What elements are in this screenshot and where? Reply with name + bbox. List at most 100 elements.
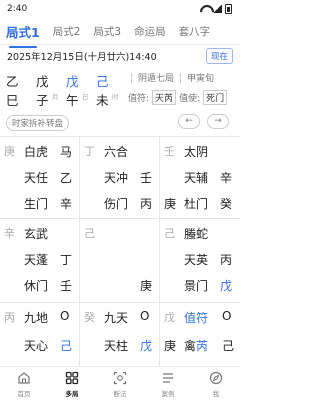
palace-cell[interactable]: 丁 六合 天冲 壬 伤门 丙 xyxy=(80,137,160,219)
nav-multi[interactable]: 多局 xyxy=(48,367,96,400)
side-text: O xyxy=(140,309,150,323)
side-text: 庚 xyxy=(140,279,153,293)
convert-pan-button[interactable]: 时家拆补转盘 xyxy=(6,115,70,131)
side-text: 戊 xyxy=(140,339,153,353)
pillar-hour: 己 未 时 xyxy=(95,70,125,108)
side-text: 乙 xyxy=(60,171,73,185)
palace-cell[interactable]: 庚 白虎 马 天任 乙 生门 辛 xyxy=(0,137,80,219)
pillar-day: 戊 午 日 xyxy=(65,70,95,108)
next-arrow-button[interactable]: → xyxy=(207,114,229,129)
side-text: 丙 xyxy=(140,197,153,211)
nav-duanfa[interactable]: 断法 xyxy=(96,367,144,400)
palace-cell-center[interactable]: 己 庚 xyxy=(80,219,160,303)
pillar-label: 日 xyxy=(82,93,89,101)
nav-label: 首页 xyxy=(17,390,31,398)
bazi-panel: 乙 巳 戊 子 月 戊 午 日 己 未 时 阴遁七局 甲寅旬 值符: 天芮 值使 xyxy=(0,67,240,113)
nav-home[interactable]: 首页 xyxy=(0,367,48,400)
prefix-text: 庚 xyxy=(164,197,177,211)
side-text: 丁 xyxy=(60,253,73,267)
nav-label: 多局 xyxy=(65,390,79,398)
zhishi-value: 死门 xyxy=(203,90,228,105)
side-text: O xyxy=(60,309,70,323)
pillar-label: 月 xyxy=(52,93,59,101)
palace-cell[interactable]: 丙 九地 O 天心 己 xyxy=(0,303,80,367)
status-time: 2:40 xyxy=(7,4,28,14)
side-text: 戊 xyxy=(220,279,233,293)
palace-gan: 辛 xyxy=(4,227,15,240)
side-text: 己 xyxy=(222,339,235,353)
tab-ju2[interactable]: 局式2 xyxy=(53,20,81,43)
side-text: 辛 xyxy=(220,171,233,185)
palace-cell[interactable]: 己 螣蛇 天英 丙 景门 戊 xyxy=(160,219,240,303)
shen-text: 螣蛇 xyxy=(184,227,209,241)
nav-me[interactable]: 我 xyxy=(192,367,240,400)
palace-cell[interactable]: 癸 九天 O 天柱 戊 xyxy=(80,303,160,367)
list-icon xyxy=(163,373,173,383)
shen-text: 九地 xyxy=(24,311,49,325)
tab-mingyun[interactable]: 命运局 xyxy=(134,20,166,43)
door-text: 伤门 xyxy=(104,197,129,211)
palace-cell[interactable]: 辛 玄武 天蓬 丁 休门 壬 xyxy=(0,219,80,303)
tool-row: 时家拆补转盘 ← → xyxy=(0,113,240,133)
side-text: 丙 xyxy=(220,253,233,267)
palace-gan: 丁 xyxy=(84,145,95,158)
battery-icon xyxy=(225,4,232,14)
divider xyxy=(180,72,182,83)
palace-cell[interactable]: 壬 太阴 天辅 辛 庚 杜门 癸 xyxy=(160,137,240,219)
prev-arrow-button[interactable]: ← xyxy=(178,114,200,129)
ju-name: 阴遁七局 xyxy=(138,74,175,84)
tab-ju1[interactable]: 局式1 xyxy=(6,18,40,48)
shen-text: 玄武 xyxy=(24,227,49,241)
door-text: 生门 xyxy=(24,197,49,211)
star-text: 天蓬 xyxy=(24,253,49,267)
door-text: 杜门 xyxy=(184,197,209,211)
compass-icon xyxy=(209,371,223,385)
side-text: O xyxy=(222,309,232,323)
xun-name: 甲寅旬 xyxy=(187,74,215,84)
status-bar: 2:40 xyxy=(0,0,240,18)
door-text: 景门 xyxy=(184,279,209,293)
star-text: 天英 xyxy=(184,253,209,267)
pillar-gan: 己 xyxy=(96,74,109,89)
date-text[interactable]: 2025年12月15日(十月廿六)14:40 xyxy=(7,49,157,63)
palace-gan: 丙 xyxy=(4,311,15,324)
star-text: 天柱 xyxy=(104,339,129,353)
date-row: 2025年12月15日(十月廿六)14:40 现在 xyxy=(0,45,240,67)
zhishi-label: 值使: xyxy=(179,94,201,104)
wifi-icon xyxy=(200,5,210,13)
nav-label: 断法 xyxy=(113,390,127,398)
palace-gan: 癸 xyxy=(84,311,95,324)
star-text: 芮 xyxy=(196,339,209,353)
pillar-month: 戊 子 月 xyxy=(35,70,65,108)
now-button[interactable]: 现在 xyxy=(205,48,233,64)
palace-cell[interactable]: 戊 值符 O 庚 禽 芮 己 xyxy=(160,303,240,367)
shen-text: 九天 xyxy=(104,311,129,325)
side-text: 壬 xyxy=(60,279,73,293)
palace-gan: 己 xyxy=(84,227,95,240)
shen-text: 太阴 xyxy=(184,145,209,159)
shen-text: 白虎 xyxy=(24,145,49,159)
star-text: 天任 xyxy=(24,171,49,185)
pillar-zhi: 未 xyxy=(96,93,109,108)
pillar-zhi: 子 xyxy=(36,93,49,108)
tab-ju3[interactable]: 局式3 xyxy=(93,20,121,43)
star-text: 天辅 xyxy=(184,171,209,185)
ju-info: 阴遁七局 甲寅旬 值符: 天芮 值使: 死门 xyxy=(128,71,228,105)
divider xyxy=(131,72,132,83)
side-text: 辛 xyxy=(60,197,73,211)
nav-cases[interactable]: 案例 xyxy=(144,367,192,400)
side-text: 马 xyxy=(60,145,73,159)
tab-taobazi[interactable]: 套八字 xyxy=(179,20,211,43)
star-text: 天冲 xyxy=(104,171,129,185)
palace-gan: 己 xyxy=(164,227,175,240)
nav-label: 案例 xyxy=(161,390,175,398)
star-text: 天心 xyxy=(24,339,49,353)
prefix-text: 庚 xyxy=(164,339,177,353)
home-icon xyxy=(18,372,30,384)
bottom-nav: 首页 多局 断法 案例 我 xyxy=(0,366,240,400)
scan-icon xyxy=(113,371,127,385)
shen-text: 六合 xyxy=(104,145,129,159)
pillar-zhi: 午 xyxy=(66,93,79,108)
zhifu-label: 值符: xyxy=(128,94,150,104)
pillar-gan: 乙 xyxy=(6,74,19,89)
